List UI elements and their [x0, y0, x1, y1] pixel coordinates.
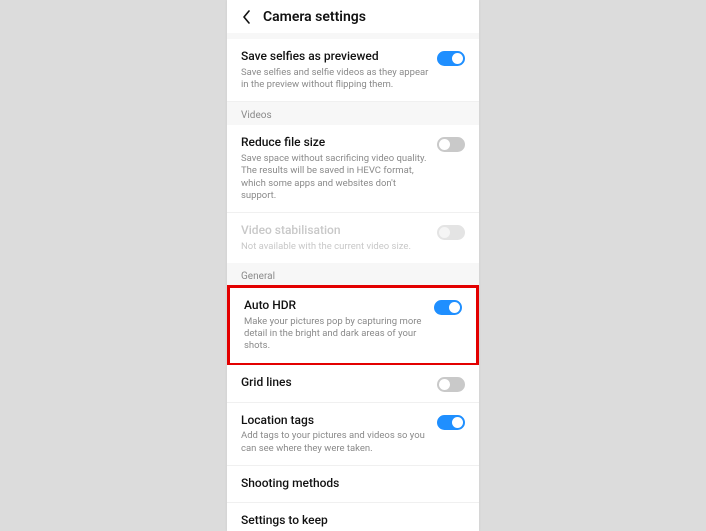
- setting-title: Grid lines: [241, 375, 429, 391]
- toggle-grid-lines[interactable]: [437, 377, 465, 392]
- setting-shooting-methods[interactable]: Shooting methods: [227, 466, 479, 503]
- setting-desc: Save selfies and selfie videos as they a…: [241, 67, 429, 92]
- setting-title: Save selfies as previewed: [241, 49, 429, 65]
- setting-grid-lines[interactable]: Grid lines: [227, 365, 479, 403]
- setting-location-tags[interactable]: Location tags Add tags to your pictures …: [227, 403, 479, 466]
- page-title: Camera settings: [263, 9, 366, 25]
- toggle-save-selfies[interactable]: [437, 51, 465, 66]
- setting-reduce-file-size[interactable]: Reduce file size Save space without sacr…: [227, 125, 479, 213]
- toggle-auto-hdr[interactable]: [434, 300, 462, 315]
- header: Camera settings: [227, 0, 479, 33]
- highlight-auto-hdr: Auto HDR Make your pictures pop by captu…: [227, 285, 479, 366]
- toggle-reduce-file-size[interactable]: [437, 137, 465, 152]
- settings-list: Save selfies as previewed Save selfies a…: [227, 33, 479, 531]
- setting-title: Reduce file size: [241, 135, 429, 151]
- setting-auto-hdr[interactable]: Auto HDR Make your pictures pop by captu…: [230, 288, 476, 363]
- section-videos: Videos: [227, 102, 479, 125]
- setting-desc: Not available with the current video siz…: [241, 241, 429, 253]
- back-icon[interactable]: [239, 9, 255, 25]
- toggle-video-stabilisation: [437, 225, 465, 240]
- setting-title: Video stabilisation: [241, 223, 429, 239]
- setting-video-stabilisation: Video stabilisation Not available with t…: [227, 213, 479, 263]
- setting-title: Location tags: [241, 413, 429, 429]
- setting-title: Auto HDR: [244, 298, 426, 314]
- setting-desc: Add tags to your pictures and videos so …: [241, 430, 429, 455]
- setting-desc: Make your pictures pop by capturing more…: [244, 316, 426, 353]
- setting-settings-to-keep[interactable]: Settings to keep: [227, 503, 479, 531]
- setting-desc: Save space without sacrificing video qua…: [241, 153, 429, 202]
- setting-save-selfies[interactable]: Save selfies as previewed Save selfies a…: [227, 39, 479, 102]
- settings-screen: Camera settings Save selfies as previewe…: [227, 0, 479, 531]
- section-general: General: [227, 263, 479, 286]
- toggle-location-tags[interactable]: [437, 415, 465, 430]
- setting-title: Settings to keep: [241, 513, 457, 529]
- setting-title: Shooting methods: [241, 476, 457, 492]
